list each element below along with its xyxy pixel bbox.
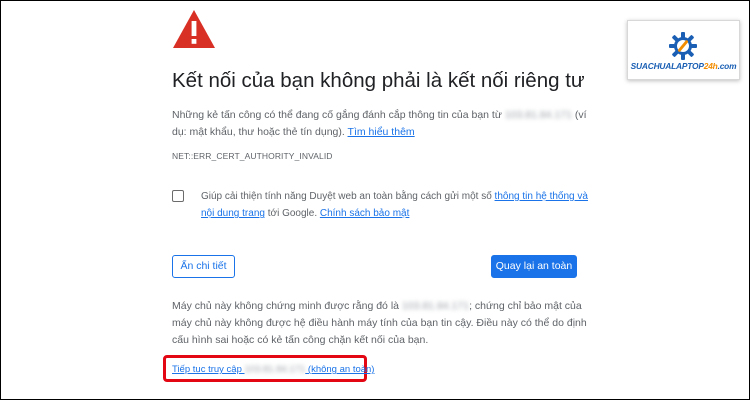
details-text-before: Máy chủ này không chứng minh được rằng đ…	[172, 300, 402, 312]
blurred-host-address: 103.81.84.171	[504, 109, 572, 121]
hide-details-button[interactable]: Ẩn chi tiết	[172, 255, 235, 278]
privacy-policy-link[interactable]: Chính sách bảo mật	[320, 208, 410, 219]
proceed-unsafe-text: (không an toàn)	[305, 364, 375, 375]
brand-name: SUACHUALAPTOP24h.com	[628, 61, 739, 71]
intro-text: Những kẻ tấn công có thể đang cố gắng đá…	[172, 109, 505, 121]
gear-wrench-icon	[669, 32, 697, 60]
brand-name-part1: SUACHUALAPTOP	[630, 61, 704, 71]
brand-name-part2: 24h	[703, 61, 718, 71]
warning-triangle-icon	[173, 10, 215, 48]
blurred-host-address-details: 103.81.84.171	[401, 300, 470, 312]
opt-in-text-middle: tới Google.	[264, 208, 320, 219]
intro-paragraph: Những kẻ tấn công có thể đang cố gắng đá…	[172, 107, 592, 141]
proceed-text: Tiếp tục truy cập	[172, 364, 245, 375]
page-title: Kết nối của bạn không phải là kết nối ri…	[172, 69, 585, 92]
opt-in-text: Giúp cải thiện tính năng Duyệt web an to…	[201, 188, 601, 222]
back-to-safety-button[interactable]: Quay lại an toàn	[491, 255, 577, 278]
blurred-host-address-proceed: 103.81.84.171	[244, 364, 306, 375]
proceed-unsafe-link[interactable]: Tiếp tục truy cập 103.81.84.171 (không a…	[172, 364, 374, 375]
details-paragraph: Máy chủ này không chứng minh được rằng đ…	[172, 298, 602, 349]
brand-logo-card: SUACHUALAPTOP24h.com	[627, 20, 740, 80]
brand-name-part3: .com	[717, 61, 737, 71]
learn-more-link[interactable]: Tìm hiểu thêm	[348, 126, 415, 138]
opt-in-text-before: Giúp cải thiện tính năng Duyệt web an to…	[201, 191, 495, 202]
error-code: NET::ERR_CERT_AUTHORITY_INVALID	[172, 151, 333, 161]
safe-browsing-checkbox[interactable]	[172, 190, 184, 202]
